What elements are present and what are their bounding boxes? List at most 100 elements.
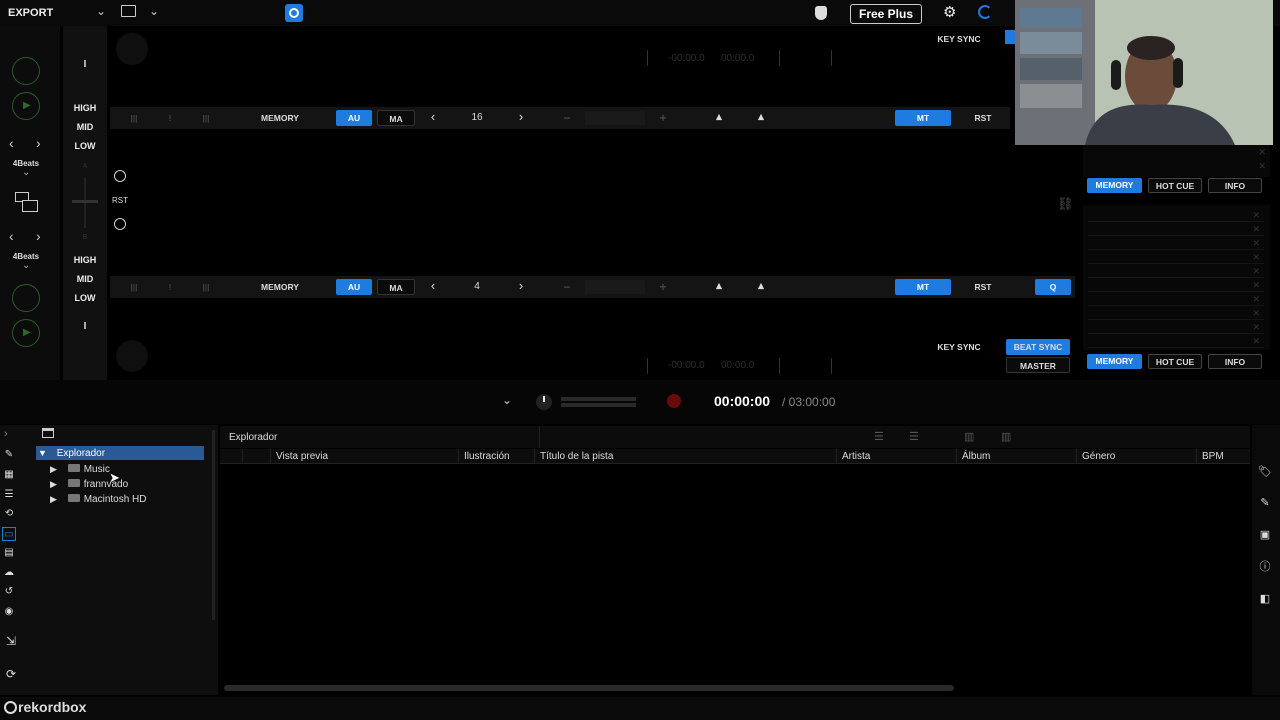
zoom-out-icon[interactable] (114, 218, 126, 230)
list-item[interactable]: ✕ (1088, 336, 1264, 348)
crossfader-track[interactable] (84, 178, 86, 228)
layout-chevron-down-icon[interactable]: ⌄ (149, 4, 159, 18)
explorer-icon[interactable]: ▭ (2, 527, 16, 541)
tag-icon[interactable]: 🏷 (1258, 465, 1272, 479)
value-field[interactable] (585, 280, 645, 294)
shift-left-icon[interactable]: ▴ (710, 278, 728, 294)
info-tab-bottom[interactable]: INFO (1208, 354, 1262, 369)
cue-button[interactable] (12, 57, 40, 85)
eq-high-label-b[interactable]: HIGH (65, 255, 105, 265)
column-header-album[interactable]: Álbum (956, 449, 1076, 464)
minus-icon[interactable]: − (560, 110, 574, 126)
shift-left-icon[interactable]: ▴ (710, 109, 728, 125)
list-item[interactable]: ✕ (1088, 224, 1264, 236)
list-item[interactable]: ✕ (1088, 322, 1264, 334)
beat-jump-left-icon[interactable]: ‹ (9, 135, 14, 151)
collection-icon[interactable]: ▦ (2, 468, 16, 482)
value-field[interactable] (585, 111, 645, 125)
list-item[interactable]: ✕ (1088, 252, 1264, 264)
tree-item-macintosh-hd[interactable]: ▶ Macintosh HD (50, 492, 200, 506)
layout-icon[interactable] (121, 5, 136, 17)
memory-tab-top[interactable]: MEMORY (1087, 178, 1142, 193)
rst-button-bottom[interactable]: RST (965, 279, 1001, 295)
jog-top[interactable] (116, 33, 148, 65)
memory-button-top[interactable]: MEMORY (255, 110, 305, 126)
grid-mark-icon[interactable]: ! (165, 279, 175, 295)
beats-bottom-chevron-icon[interactable]: ⌄ (22, 260, 30, 271)
au-button-top[interactable]: AU (336, 110, 372, 126)
column-header-genre[interactable]: Género (1076, 449, 1196, 464)
column-header-blank[interactable] (242, 449, 270, 464)
list-item[interactable]: ✕ (1088, 308, 1264, 320)
beat-sync-button[interactable]: BEAT SYNC (1006, 339, 1070, 355)
free-plus-button[interactable]: Free Plus (850, 4, 923, 24)
key-sync-button-top[interactable]: KEY SYNC (930, 31, 988, 47)
master-button[interactable]: MASTER (1006, 357, 1070, 373)
column-header-artwork[interactable]: Ilustración (458, 449, 534, 464)
beat-jump-right-icon-b[interactable]: › (36, 228, 41, 244)
record-button[interactable] (667, 394, 681, 408)
detail-view-icon[interactable]: ☰ (909, 430, 919, 443)
memory-button-bottom[interactable]: MEMORY (255, 279, 305, 295)
beat-jump-right-icon[interactable]: › (36, 135, 41, 151)
window-icon[interactable] (42, 428, 54, 438)
memory-tab-bottom[interactable]: MEMORY (1087, 354, 1142, 369)
mode-chevron-down-icon[interactable]: ⌄ (96, 4, 106, 18)
key-sync-button-bottom[interactable]: KEY SYNC (930, 339, 988, 355)
list-view-icon[interactable]: ☰ (874, 430, 884, 443)
column-view-icon[interactable]: ▥ (964, 430, 974, 443)
grid-mark-icon[interactable]: ! (165, 110, 175, 126)
mt-button-bottom[interactable]: MT (895, 279, 951, 295)
column-header-artist[interactable]: Artista (836, 449, 956, 464)
edit-icon[interactable]: ✎ (1258, 496, 1272, 510)
column-header-preview[interactable]: Vista previa (270, 449, 458, 464)
gear-icon[interactable]: ⚙ (943, 3, 956, 21)
eq-low-label[interactable]: LOW (65, 141, 105, 151)
beat-jump-left-icon-b[interactable]: ‹ (9, 228, 14, 244)
record-mode-icon[interactable] (285, 4, 303, 22)
info-tab-top[interactable]: INFO (1208, 178, 1262, 193)
jog-bottom[interactable] (116, 340, 148, 372)
quantize-button[interactable]: Q (1035, 279, 1071, 295)
au-button-bottom[interactable]: AU (336, 279, 372, 295)
grid-left-icon[interactable]: ||| (128, 110, 140, 126)
tree-collapse-icon[interactable]: ▶ (50, 479, 57, 489)
grid-right-icon[interactable]: ||| (200, 279, 212, 295)
tree-root[interactable]: ▼ Explorador (36, 446, 204, 460)
export-icon[interactable]: ⇲ (6, 634, 16, 648)
panel-view-icon[interactable]: ▥ (1001, 430, 1011, 443)
plus-icon[interactable]: + (656, 279, 670, 295)
cloud-icon[interactable]: ☁ (2, 566, 16, 580)
sync-icon[interactable]: ⟲ (2, 507, 16, 521)
mt-button-top[interactable]: MT (895, 110, 951, 126)
chevron-left-icon[interactable]: ‹ (427, 278, 439, 294)
beat-value-bottom[interactable]: 4 (462, 279, 492, 295)
plus-icon[interactable]: + (656, 110, 670, 126)
hot-cue-tab-top[interactable]: HOT CUE (1148, 178, 1202, 193)
panel-icon[interactable]: ◧ (1258, 592, 1272, 606)
zoom-in-icon[interactable] (114, 170, 126, 182)
shield-icon[interactable] (815, 6, 827, 20)
shift-right-icon[interactable]: ▴ (752, 109, 770, 125)
eq-high-label[interactable]: HIGH (65, 103, 105, 113)
play-button[interactable]: ▶ (12, 92, 40, 120)
close-icon[interactable]: ✕ (1258, 161, 1266, 172)
minus-icon[interactable]: − (560, 279, 574, 295)
rst-zoom-label[interactable]: RST (108, 196, 132, 205)
hot-cue-tab-bottom[interactable]: HOT CUE (1148, 354, 1202, 369)
playlist-icon[interactable]: ☰ (2, 488, 16, 502)
recording-icon[interactable]: ◉ (2, 605, 16, 619)
chevron-right-icon[interactable]: › (515, 278, 527, 294)
cue-button-b[interactable] (12, 284, 40, 312)
ma-button-top[interactable]: MA (377, 110, 415, 126)
device-icon[interactable]: ▤ (2, 546, 16, 560)
sync-status-icon[interactable] (978, 5, 992, 19)
shift-right-icon[interactable]: ▴ (752, 278, 770, 294)
grid-left-icon[interactable]: ||| (128, 279, 140, 295)
list-item[interactable]: ✕ (1088, 280, 1264, 292)
eq-mid-label[interactable]: MID (65, 122, 105, 132)
eq-low-label-b[interactable]: LOW (65, 293, 105, 303)
column-header-bpm[interactable]: BPM (1196, 449, 1250, 464)
list-item[interactable]: ✕ (1088, 210, 1264, 222)
tree-collapse-icon[interactable]: ▶ (50, 494, 57, 504)
